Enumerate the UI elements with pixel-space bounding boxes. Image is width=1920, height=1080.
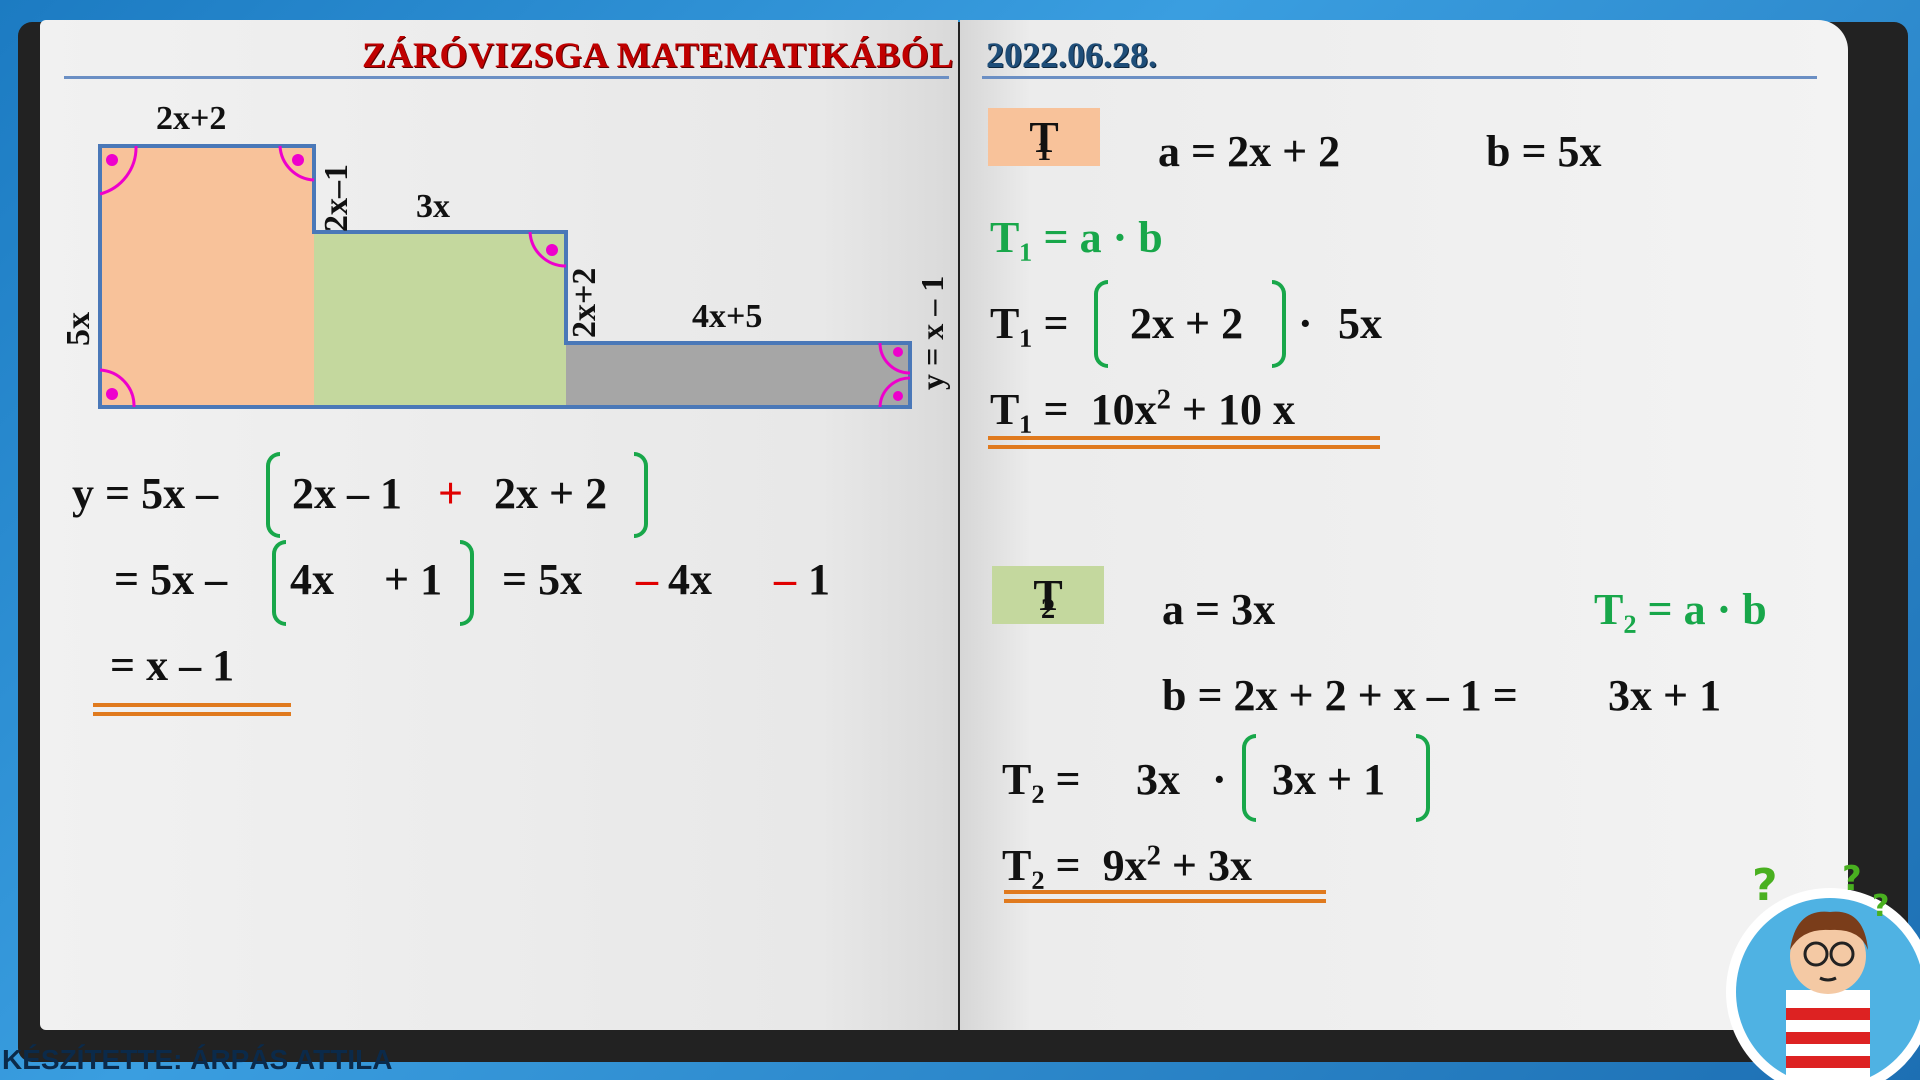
t2-a: a = 3x <box>1162 585 1276 634</box>
geometry-figure <box>98 144 912 409</box>
t2-step-a: 3x <box>1136 755 1180 804</box>
t2-step-lhs: T₂ = <box>1002 755 1081 804</box>
t2-paren-close <box>1416 734 1430 822</box>
t2-underline-1 <box>1004 890 1326 894</box>
y-line1-op: + <box>438 469 464 518</box>
t1-underline-2 <box>988 445 1380 449</box>
t1-paren-close <box>1272 280 1286 368</box>
y-line2-m1: – <box>636 555 658 604</box>
y-line2-b: + 1 <box>384 555 443 604</box>
author-footer: KÉSZÍTETTE: ÁRPÁS ATTILA <box>2 1044 393 1075</box>
dim-step1: 2x–1 <box>318 164 355 232</box>
y-line2-c: 4x <box>668 555 712 604</box>
paren-open <box>266 452 280 538</box>
t2-b-line: b = 2x + 2 + x – 1 = <box>1162 671 1518 720</box>
dim-middle: 3x <box>416 188 450 225</box>
dim-top: 2x+2 <box>156 100 227 137</box>
dim-right: 4x+5 <box>692 298 763 335</box>
region-t1 <box>100 146 314 407</box>
t1-step-dot: · <box>1298 299 1313 348</box>
t1-step-inner: 2x + 2 <box>1130 299 1244 348</box>
t1-result: T₁ = 10x2 + 10 x <box>990 384 1295 434</box>
thinking-character-illustration: ? ? ? <box>1726 859 1920 1080</box>
svg-text:?: ? <box>1752 860 1778 911</box>
region-t3 <box>566 343 910 407</box>
t1-badge: T1 <box>988 108 1100 167</box>
dim-y: y = x – 1 <box>914 275 950 390</box>
t1-underline-1 <box>988 436 1380 440</box>
y-line3: = x – 1 <box>110 641 235 690</box>
y-line1-a: 2x – 1 <box>292 469 402 518</box>
paren-close-2 <box>460 540 474 626</box>
dim-step2: 2x+2 <box>566 267 603 338</box>
t1-step-rhs: 5x <box>1338 299 1382 348</box>
y-line1-lhs: y = 5x – <box>72 469 219 518</box>
paren-close <box>634 452 648 538</box>
date-label: 2022.06.28. <box>986 35 1157 75</box>
svg-text:?: ? <box>1842 859 1862 899</box>
t1-step-lhs: T₁ = <box>990 299 1069 348</box>
y-line2-m2: – <box>774 555 796 604</box>
t2-badge: T2 <box>992 566 1104 625</box>
y-line1-b: 2x + 2 <box>494 469 608 518</box>
y-line2-eq: = 5x <box>502 555 583 604</box>
svg-text:?: ? <box>1872 889 1889 924</box>
y-line2-a: 4x <box>290 555 334 604</box>
t1-paren-open <box>1094 280 1108 368</box>
y-line2-d: 1 <box>808 555 830 604</box>
t1-b: b = 5x <box>1486 127 1602 176</box>
t2-step-inner: 3x + 1 <box>1272 755 1386 804</box>
t1-a: a = 2x + 2 <box>1158 127 1341 176</box>
paren-open-2 <box>272 540 286 626</box>
t1-formula: T₁ = a · b <box>990 213 1163 262</box>
y-result-underline-1 <box>93 703 291 707</box>
t2-underline-2 <box>1004 899 1326 903</box>
title-underline-right <box>982 76 1817 79</box>
t2-result: T₂ = 9x2 + 3x <box>1002 840 1252 890</box>
t2-step-dot: · <box>1212 755 1227 804</box>
region-t2 <box>314 232 566 407</box>
y-line2-lhs: = 5x – <box>114 555 228 604</box>
y-result-underline-2 <box>93 712 291 716</box>
t2-formula: T₂ = a · b <box>1594 585 1767 634</box>
t2-paren-open <box>1242 734 1256 822</box>
t2-b-result: 3x + 1 <box>1608 671 1722 720</box>
dim-left: 5x <box>60 312 97 346</box>
